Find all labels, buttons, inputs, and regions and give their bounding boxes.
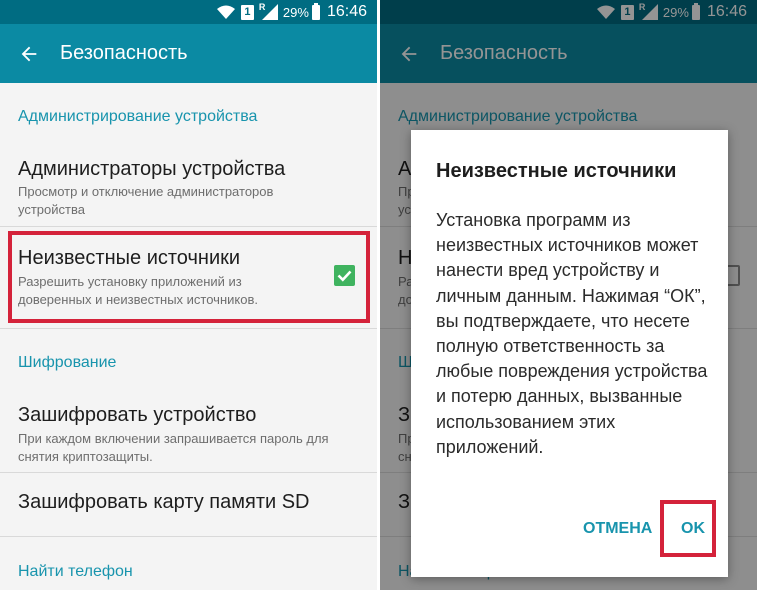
settings-screen-right: 1 R 29% 16:46 Безопасность Администриров… bbox=[380, 0, 757, 590]
signal-icon: R bbox=[258, 2, 279, 20]
settings-screen-left: 1 R 29% 16:46 Безопасность Администриров… bbox=[0, 0, 377, 590]
app-bar: Безопасность bbox=[0, 24, 377, 83]
unknown-sources-highlight bbox=[8, 231, 370, 323]
cancel-button[interactable]: ОТМЕНА bbox=[583, 520, 652, 538]
device-admins-title[interactable]: Администраторы устройства bbox=[18, 158, 285, 181]
dialog-title: Неизвестные источники bbox=[436, 160, 677, 182]
section-header-find-phone: Найти телефон bbox=[18, 563, 133, 580]
status-bar: 1 R 29% 16:46 bbox=[0, 0, 377, 24]
encrypt-sd-title[interactable]: Зашифровать карту памяти SD bbox=[18, 491, 309, 514]
divider bbox=[0, 472, 377, 473]
section-header-device-admin: Администрирование устройства bbox=[18, 108, 258, 125]
battery-percent: 29% bbox=[282, 4, 309, 20]
divider bbox=[0, 536, 377, 537]
section-header-encryption: Шифрование bbox=[18, 354, 117, 371]
divider bbox=[0, 226, 377, 227]
status-time: 16:46 bbox=[326, 3, 367, 20]
divider bbox=[0, 328, 377, 329]
encrypt-device-title[interactable]: Зашифровать устройство bbox=[18, 404, 256, 427]
page-title: Безопасность bbox=[60, 42, 188, 64]
device-admins-subtitle: Просмотр и отключение администраторов ус… bbox=[18, 184, 274, 217]
back-arrow-icon[interactable] bbox=[18, 43, 40, 65]
roaming-indicator: R bbox=[258, 2, 266, 12]
ok-button-highlight bbox=[660, 500, 716, 557]
encrypt-device-subtitle: При каждом включении запрашивается парол… bbox=[18, 431, 329, 464]
sim-icon: 1 bbox=[240, 4, 254, 20]
dialog-message: Установка программ из неизвестных источн… bbox=[436, 210, 708, 457]
wifi-icon bbox=[216, 5, 235, 19]
unknown-sources-dialog: Неизвестные источники Установка программ… bbox=[411, 130, 728, 577]
battery-icon bbox=[311, 2, 320, 20]
